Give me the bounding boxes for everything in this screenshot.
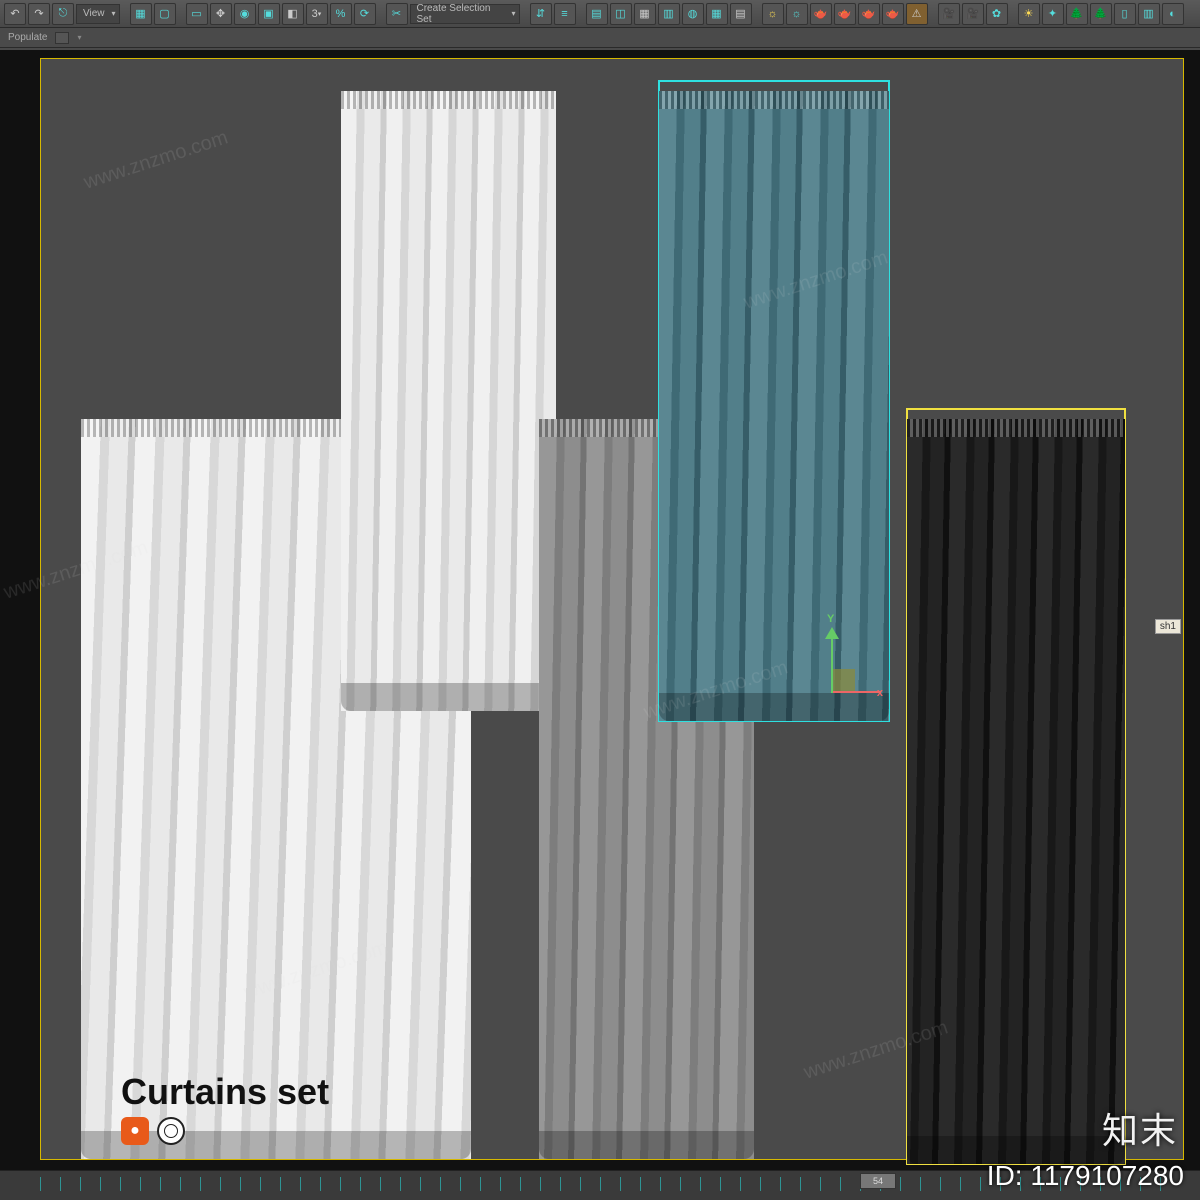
light2-icon[interactable]: ✦ bbox=[1042, 3, 1064, 25]
gizmo-y-label: Y bbox=[827, 613, 834, 625]
placement-icon[interactable]: ◧ bbox=[282, 3, 304, 25]
book-icon[interactable]: ▯ bbox=[1114, 3, 1136, 25]
scroll-icon[interactable]: ◐ bbox=[1162, 3, 1184, 25]
corona-badge-icon: ● bbox=[121, 1117, 149, 1145]
light-icon[interactable]: ☀ bbox=[1018, 3, 1040, 25]
snap-spinner-icon[interactable]: ⟳ bbox=[354, 3, 376, 25]
main-toolbar: ↶ ↷ ⎋ View ▦ ▢ ▭ ✥ ◉ ▣ ◧ 3▾ % ⟳ ✂ Create… bbox=[0, 0, 1200, 28]
curtain-white-narrow[interactable] bbox=[341, 81, 556, 711]
cut-icon[interactable]: ✂ bbox=[386, 3, 408, 25]
slate-icon[interactable]: ▦ bbox=[706, 3, 728, 25]
watermark: www.znzmo.com bbox=[81, 126, 231, 194]
ref-coord-icon[interactable]: 3▾ bbox=[306, 3, 328, 25]
curtain-teal-selected[interactable]: Y x bbox=[659, 81, 889, 721]
select-none-icon[interactable]: ▢ bbox=[154, 3, 176, 25]
select-all-icon[interactable]: ▦ bbox=[130, 3, 152, 25]
id-overlay: ID: 1179107280 bbox=[987, 1160, 1184, 1192]
camera2-icon[interactable]: 🎥 bbox=[962, 3, 984, 25]
render-iterative-icon[interactable]: 🫖 bbox=[882, 3, 904, 25]
tree1-icon[interactable]: 🌲 bbox=[1066, 3, 1088, 25]
curve-editor-icon[interactable]: ◫ bbox=[610, 3, 632, 25]
material-editor-icon[interactable]: ◍ bbox=[682, 3, 704, 25]
camera1-icon[interactable]: 🎥 bbox=[938, 3, 960, 25]
selection-set-dropdown[interactable]: Create Selection Set bbox=[410, 4, 520, 24]
transform-gizmo[interactable]: Y x bbox=[799, 631, 869, 701]
dropdown-caret-icon[interactable]: ▾ bbox=[77, 33, 81, 42]
toggle-ribbon-icon[interactable]: ▥ bbox=[658, 3, 680, 25]
teapot2-icon[interactable]: 🫖 bbox=[834, 3, 856, 25]
curtain-black-selected[interactable] bbox=[907, 409, 1125, 1164]
mirror-icon[interactable]: ⇵ bbox=[530, 3, 552, 25]
select-object-icon[interactable]: ▭ bbox=[186, 3, 208, 25]
viewport-container: Y x sh1 Curtains set ● www.znzmo.com www… bbox=[0, 50, 1200, 1170]
redo-icon[interactable]: ↷ bbox=[28, 3, 50, 25]
secondary-toolbar: Populate ▾ bbox=[0, 28, 1200, 48]
gizmo-x-label: x bbox=[877, 687, 883, 699]
teapot3-icon[interactable]: 🫖 bbox=[858, 3, 880, 25]
rotate-icon[interactable]: ◉ bbox=[234, 3, 256, 25]
layer-explorer-icon[interactable]: ▤ bbox=[586, 3, 608, 25]
view-dropdown[interactable]: View bbox=[76, 4, 120, 24]
scale-icon[interactable]: ▣ bbox=[258, 3, 280, 25]
tree2-icon[interactable]: 🌲 bbox=[1090, 3, 1112, 25]
align-icon[interactable]: ≡ bbox=[554, 3, 576, 25]
warning-icon[interactable]: ⚠ bbox=[906, 3, 928, 25]
render-setup-icon[interactable]: ▤ bbox=[730, 3, 752, 25]
vray-badge-icon bbox=[157, 1117, 185, 1145]
scene-title: Curtains set bbox=[121, 1071, 329, 1113]
selection-set-label: Create Selection Set bbox=[417, 3, 505, 25]
renderer-badges: ● bbox=[121, 1117, 185, 1145]
populate-toggle-icon[interactable] bbox=[55, 32, 69, 44]
object-name-tag: sh1 bbox=[1155, 619, 1181, 634]
timeline-thumb[interactable]: 54 bbox=[860, 1173, 896, 1189]
view-dropdown-label: View bbox=[83, 8, 105, 19]
undo-icon[interactable]: ↶ bbox=[4, 3, 26, 25]
schematic-icon[interactable]: ▦ bbox=[634, 3, 656, 25]
move-icon[interactable]: ✥ bbox=[210, 3, 232, 25]
brand-overlay: 知末 bbox=[1102, 1102, 1178, 1154]
catalog-icon[interactable]: ▥ bbox=[1138, 3, 1160, 25]
perspective-viewport[interactable]: Y x sh1 Curtains set ● www.znzmo.com www… bbox=[40, 58, 1184, 1160]
render-frame-icon[interactable]: ☼ bbox=[762, 3, 784, 25]
render-prod-icon[interactable]: ☼ bbox=[786, 3, 808, 25]
link-icon[interactable]: ⎋ bbox=[52, 3, 74, 25]
snap-percent-icon[interactable]: % bbox=[330, 3, 352, 25]
bone-icon[interactable]: ✿ bbox=[986, 3, 1008, 25]
teapot1-icon[interactable]: 🫖 bbox=[810, 3, 832, 25]
populate-label: Populate bbox=[8, 32, 47, 43]
